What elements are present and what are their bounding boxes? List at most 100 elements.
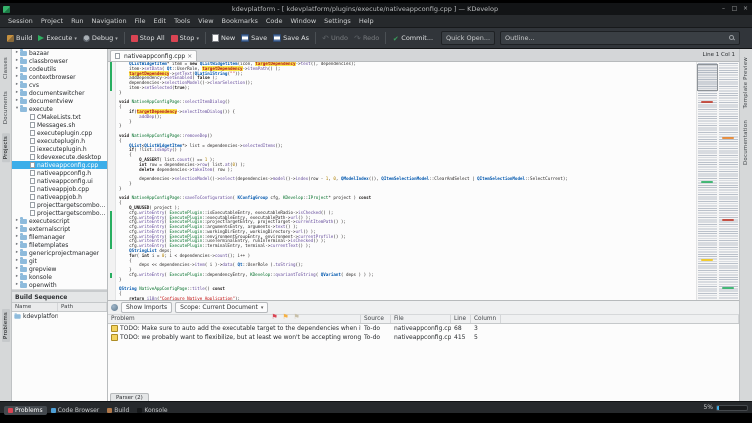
tree-item-nativeappjob-h[interactable]: nativeappjob.h — [12, 193, 107, 201]
minimap-viewport[interactable] — [697, 64, 718, 91]
tree-item-grepview[interactable]: grepview — [12, 265, 107, 273]
tree-item-documentview[interactable]: documentview — [12, 97, 107, 105]
menu-item-file[interactable]: File — [131, 17, 150, 25]
menu-item-code[interactable]: Code — [262, 17, 287, 25]
minimap-scrollbar[interactable] — [696, 62, 739, 300]
execute-button[interactable]: Execute — [35, 32, 80, 44]
code-area[interactable]: QListWidgetItem* item = new QListWidgetI… — [116, 62, 696, 300]
column-header-source[interactable]: Source — [361, 315, 391, 323]
menu-item-bookmarks[interactable]: Bookmarks — [218, 17, 262, 25]
tree-item-nativeappjob-cpp[interactable]: nativeappjob.cpp — [12, 185, 107, 193]
build-button[interactable]: Build — [4, 32, 35, 44]
tree-item-genericprojectmanager[interactable]: genericprojectmanager — [12, 249, 107, 257]
sidebar-tab-problems[interactable]: Problems — [1, 309, 10, 342]
statusbar-problems-button[interactable]: Problems — [4, 406, 47, 415]
menu-item-edit[interactable]: Edit — [149, 17, 170, 25]
column-header-path[interactable]: Path — [58, 303, 107, 311]
tree-item-executeplugin-cpp[interactable]: executeplugin.cpp — [12, 129, 107, 137]
menu-item-tools[interactable]: Tools — [170, 17, 194, 25]
tree-item-cmakelists-txt[interactable]: CMakeLists.txt — [12, 113, 107, 121]
toolbar-separator — [314, 32, 316, 44]
warning-flag-icon[interactable] — [282, 304, 290, 312]
refresh-icon[interactable] — [111, 304, 118, 311]
tree-item-messages-sh[interactable]: Messages.sh — [12, 121, 107, 129]
tree-item-externalscript[interactable]: externalscript — [12, 225, 107, 233]
tree-item-openwith[interactable]: openwith — [12, 281, 107, 289]
statusbar-code-browser-button[interactable]: Code Browser — [47, 406, 104, 415]
menu-item-run[interactable]: Run — [67, 17, 87, 25]
tree-item-documentswitcher[interactable]: documentswitcher — [12, 89, 107, 97]
tree-item-git[interactable]: git — [12, 257, 107, 265]
show-imports-button[interactable]: Show Imports — [121, 302, 173, 313]
menu-item-project[interactable]: Project — [37, 17, 67, 25]
menu-item-view[interactable]: View — [194, 17, 217, 25]
column-header-column[interactable]: Column — [471, 315, 501, 323]
save-button[interactable]: Save — [238, 32, 270, 44]
new-button[interactable]: New — [209, 32, 238, 44]
sidebar-tab-projects[interactable]: Projects — [1, 133, 10, 163]
statusbar-button-label: Problems — [15, 407, 43, 414]
problem-row[interactable]: TODO: Make sure to auto add the executab… — [108, 324, 739, 333]
tree-item-label: git — [29, 257, 37, 265]
column-header-file[interactable]: File — [391, 315, 451, 323]
tree-item-filetemplates[interactable]: filetemplates — [12, 241, 107, 249]
tree-item-classbrowser[interactable]: classbrowser — [12, 57, 107, 65]
statusbar-button-label: Konsole — [144, 407, 168, 414]
tree-item-codeutils[interactable]: codeutils — [12, 65, 107, 73]
quick-open-button[interactable]: Quick Open... — [441, 31, 496, 45]
tree-item-executeplugin-h[interactable]: executeplugin.h — [12, 137, 107, 145]
stop-button[interactable]: Stop — [168, 32, 202, 44]
outline-field[interactable]: Outline... — [500, 31, 741, 45]
tree-item-bazaar[interactable]: bazaar — [12, 49, 107, 57]
debug-button[interactable]: Debug — [80, 32, 121, 44]
parser-tab[interactable]: Parser (2) — [110, 393, 149, 401]
hint-flag-icon[interactable] — [293, 304, 301, 312]
statusbar-konsole-button[interactable]: Konsole — [133, 406, 171, 415]
menu-item-session[interactable]: Session — [4, 17, 37, 25]
column-header-problem[interactable]: Problem — [108, 315, 361, 323]
close-icon[interactable] — [742, 4, 749, 14]
build-sequence-project-name: kdevplatform — [23, 312, 58, 320]
menu-item-help[interactable]: Help — [355, 17, 378, 25]
tree-item-projecttargetscombobox-h[interactable]: projecttargetscombobox.h — [12, 209, 107, 217]
sidebar-tab-documents[interactable]: Documents — [2, 88, 10, 127]
toolbar: Build Execute Debug Stop All Stop New Save Save… — [0, 28, 752, 49]
sidebar-tab-documentation[interactable]: Documentation — [742, 117, 750, 168]
save-as-button[interactable]: Save As — [270, 32, 312, 44]
menu-item-navigation[interactable]: Navigation — [88, 17, 131, 25]
tree-item-cvs[interactable]: cvs — [12, 81, 107, 89]
tree-item-nativeappconfig-h[interactable]: nativeappconfig.h — [12, 169, 107, 177]
sidebar-tab-template-preview[interactable]: Template Preview — [742, 54, 750, 111]
column-header-line[interactable]: Line — [451, 315, 471, 323]
tree-item-contextbrowser[interactable]: contextbrowser — [12, 73, 107, 81]
tree-item-konsole[interactable]: konsole — [12, 273, 107, 281]
tree-item-iexecuteplugin-h[interactable]: iexecuteplugin.h — [12, 145, 107, 153]
project-tree[interactable]: bazaarclassbrowsercodeutilscontextbrowse… — [12, 49, 107, 290]
tree-item-projecttargetscombobox-cpp[interactable]: projecttargetscombobox.cpp — [12, 201, 107, 209]
minimize-icon[interactable] — [720, 4, 727, 14]
error-flag-icon[interactable] — [271, 304, 279, 312]
sidebar-tab-classes[interactable]: Classes — [2, 54, 10, 82]
menu-item-window[interactable]: Window — [287, 17, 321, 25]
dropdown-arrow-icon — [115, 34, 118, 42]
tree-item-kdevexecute-desktop[interactable]: kdevexecute.desktop — [12, 153, 107, 161]
problem-row[interactable]: TODO: we probably want to flexibilize, b… — [108, 333, 739, 342]
scope-dropdown[interactable]: Scope: Current Document — [175, 302, 269, 313]
tree-item-nativeappconfig-cpp[interactable]: nativeappconfig.cpp — [12, 161, 107, 169]
editor-tab-nativeappconfig-cpp[interactable]: nativeappconfig.cpp — [110, 50, 198, 61]
stop-all-button[interactable]: Stop All — [128, 32, 168, 44]
problem-text: TODO: we probably want to flexibilize, b… — [120, 334, 361, 341]
menu-item-settings[interactable]: Settings — [320, 17, 355, 25]
tree-item-filemanager[interactable]: filemanager — [12, 233, 107, 241]
tree-item-execute[interactable]: execute — [12, 105, 107, 113]
tree-item-nativeappconfig-ui[interactable]: nativeappconfig.ui — [12, 177, 107, 185]
statusbar-build-button[interactable]: Build — [103, 406, 133, 415]
commit-button[interactable]: Commit... — [389, 32, 436, 44]
build-sequence-row[interactable]: kdevplatform — [12, 312, 107, 320]
column-header-name[interactable]: Name — [12, 303, 58, 311]
tab-close-icon[interactable] — [187, 53, 192, 60]
tree-item-label: openwith — [29, 281, 57, 289]
code-editor[interactable]: QListWidgetItem* item = new QListWidgetI… — [108, 62, 739, 300]
maximize-icon[interactable] — [731, 4, 738, 14]
tree-item-executescript[interactable]: executescript — [12, 217, 107, 225]
